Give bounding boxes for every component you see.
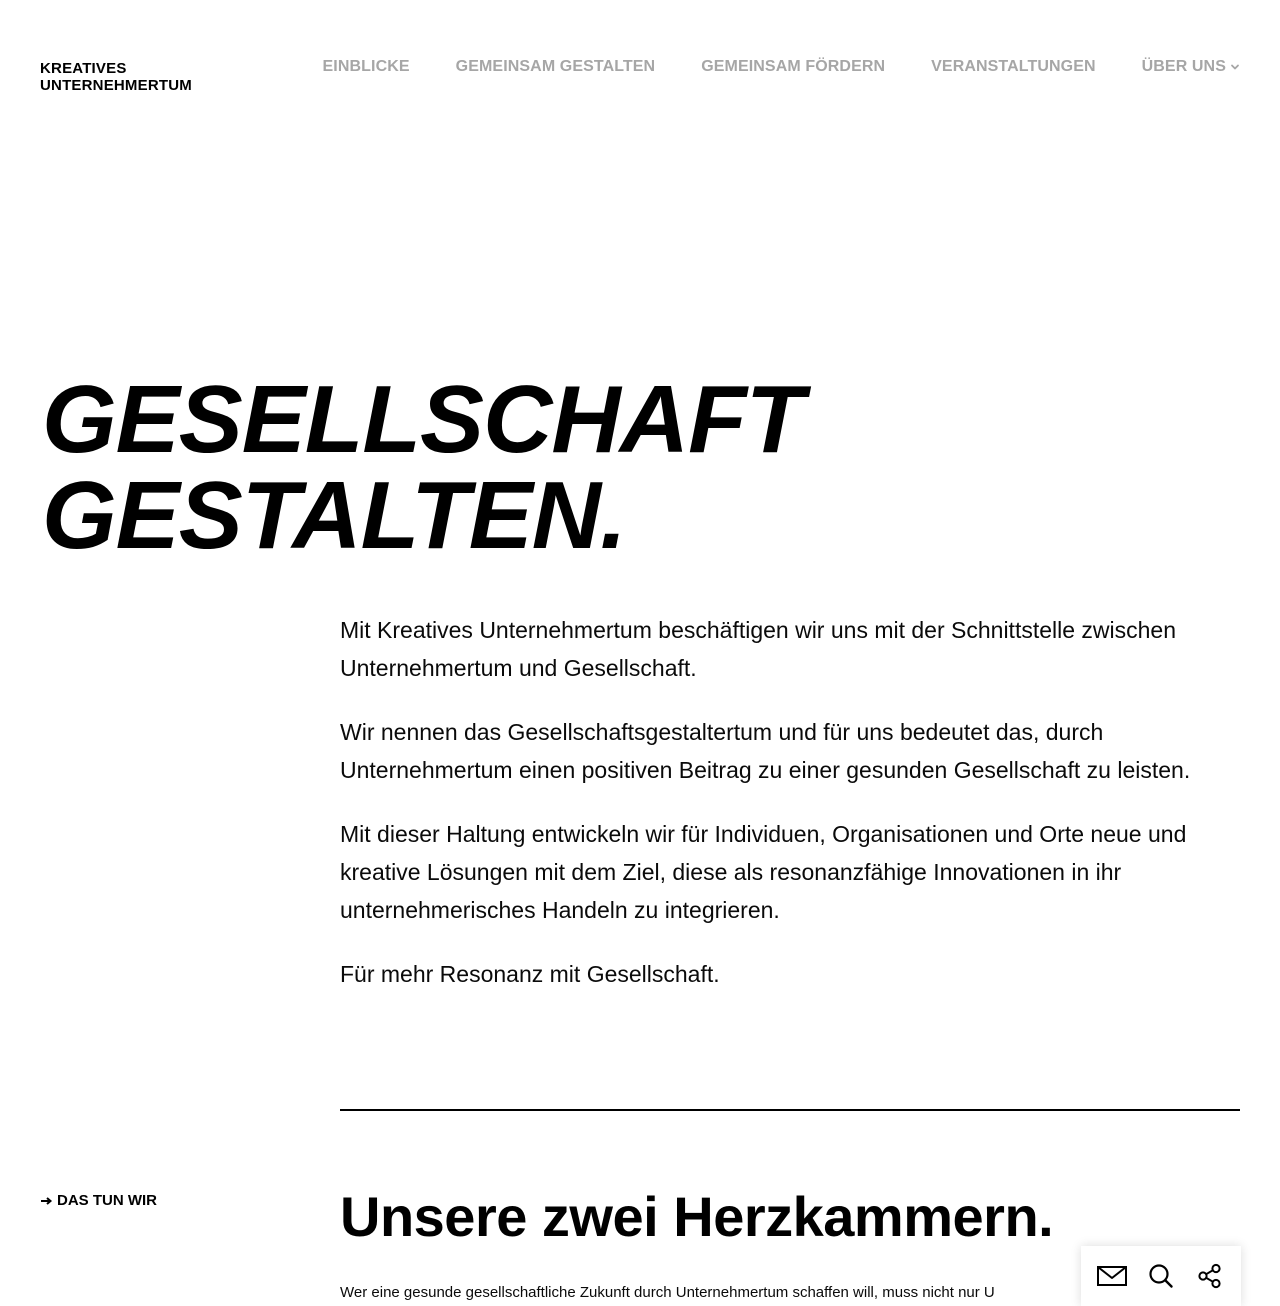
intro-paragraph-2: Wir nennen das Gesellschaftsgestaltertum…	[340, 719, 1191, 783]
section-divider	[340, 1109, 1240, 1111]
hero-title: GESELLSCHAFT GESTALTEN.	[42, 366, 804, 569]
intro-paragraph-1: Mit Kreatives Unternehmertum beschäftige…	[340, 617, 1177, 681]
chevron-down-icon	[1231, 64, 1239, 70]
intro-text: Mit Kreatives Unternehmertum beschäftige…	[340, 611, 1220, 1019]
nav-item-einblicke[interactable]: EINBLICKE	[323, 58, 410, 76]
mail-button[interactable]	[1095, 1259, 1129, 1293]
search-icon	[1149, 1264, 1173, 1288]
main-nav: EINBLICKE GEMEINSAM GESTALTEN GEMEINSAM …	[323, 58, 1240, 76]
intro-paragraph-4: Für mehr Resonanz mit Gesellschaft.	[340, 961, 720, 987]
floating-action-bar	[1081, 1246, 1241, 1306]
section-label: DAS TUN WIR	[40, 1192, 157, 1209]
share-button[interactable]	[1193, 1259, 1227, 1293]
section-text: Wer eine gesunde gesellschaftliche Zukun…	[340, 1284, 995, 1301]
logo-line-1: KREATIVES	[40, 60, 127, 77]
mail-icon	[1096, 1266, 1127, 1286]
nav-item-gemeinsam-foerdern[interactable]: GEMEINSAM FÖRDERN	[701, 58, 885, 76]
site-logo[interactable]: KREATIVES UNTERNEHMERTUM	[40, 60, 192, 94]
arrow-right-icon	[41, 1196, 53, 1205]
section-heading: Unsere zwei Herzkammern.	[340, 1185, 1054, 1248]
hero-line-1: GESELLSCHAFT	[42, 366, 804, 473]
nav-item-veranstaltungen[interactable]: VERANSTALTUNGEN	[931, 58, 1095, 76]
share-icon	[1198, 1263, 1221, 1289]
page: KREATIVES UNTERNEHMERTUM EINBLICKE GEMEI…	[0, 0, 1280, 1306]
logo-line-2: UNTERNEHMERTUM	[40, 77, 192, 94]
nav-item-ueber-uns[interactable]: ÜBER UNS	[1142, 58, 1240, 76]
nav-item-ueber-uns-label: ÜBER UNS	[1141, 58, 1226, 75]
hero-line-2: GESTALTEN.	[42, 462, 627, 569]
nav-item-gemeinsam-gestalten[interactable]: GEMEINSAM GESTALTEN	[456, 58, 656, 76]
intro-paragraph-3: Mit dieser Haltung entwickeln wir für In…	[340, 821, 1187, 923]
search-button[interactable]	[1144, 1259, 1178, 1293]
section-label-text: DAS TUN WIR	[57, 1192, 157, 1209]
